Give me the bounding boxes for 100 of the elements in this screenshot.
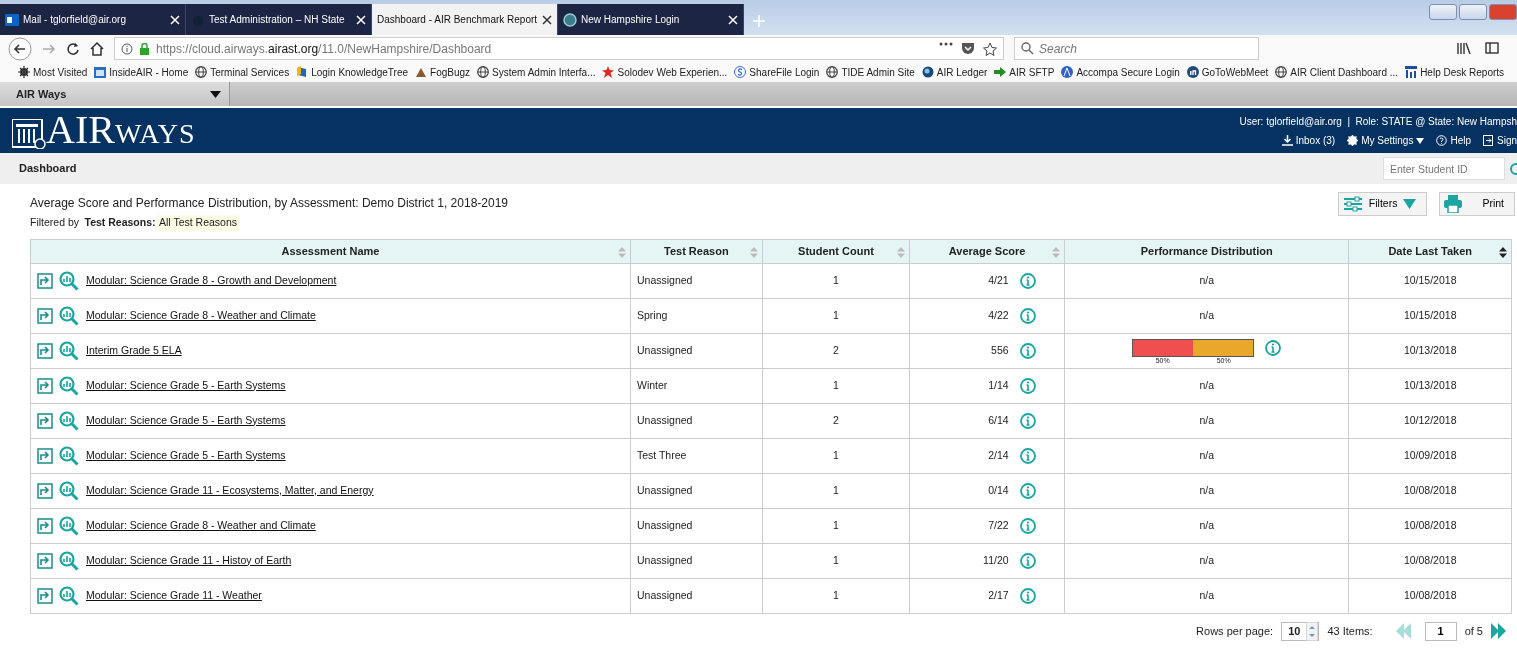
sort-icon[interactable] — [749, 246, 758, 258]
bookmark-link[interactable]: ShareFile Login — [749, 64, 820, 80]
forward-icon[interactable] — [42, 41, 56, 56]
header-link[interactable]: Sign — [1483, 133, 1517, 148]
print-button[interactable]: Print — [1439, 192, 1515, 216]
export-icon[interactable] — [37, 552, 53, 569]
app-menu[interactable]: AIR Ways — [0, 82, 230, 106]
magnifier-chart-icon[interactable] — [58, 305, 79, 326]
close-button[interactable] — [1489, 4, 1517, 20]
student-id-field[interactable]: Enter Student ID — [1383, 157, 1505, 180]
assessment-link[interactable]: Modular: Science Grade 8 - Growth and Development — [86, 274, 337, 287]
column-header[interactable]: Average Score — [909, 239, 1065, 263]
export-icon[interactable] — [37, 412, 53, 429]
bookmark-link[interactable]: Accompa Secure Login — [1076, 64, 1180, 80]
export-icon[interactable] — [37, 587, 53, 604]
magnifier-chart-icon[interactable] — [58, 410, 79, 431]
bookmark-link[interactable]: AIR SFTP — [1009, 64, 1055, 80]
bookmark-link[interactable]: Login KnowledgeTree — [311, 64, 409, 80]
export-icon[interactable] — [37, 517, 53, 534]
sort-desc-icon[interactable] — [1499, 246, 1507, 258]
rows-per-page-field[interactable]: 10 — [1281, 621, 1320, 641]
assessment-link[interactable]: Modular: Science Grade 11 - Weather — [86, 589, 262, 602]
back-icon[interactable] — [8, 36, 32, 61]
info-icon[interactable] — [1019, 342, 1036, 359]
browser-tab[interactable]: Mail - tglorfield@air.org — [0, 4, 186, 35]
sidebar-icon[interactable] — [1485, 42, 1499, 54]
sort-icon[interactable] — [1052, 246, 1060, 258]
assessment-link[interactable]: Modular: Science Grade 11 - Histoy of Earth — [86, 554, 292, 567]
bookmark-link[interactable]: System Admin Interfa... — [492, 64, 596, 80]
close-icon[interactable] — [542, 14, 552, 25]
filters-button[interactable]: Filters — [1337, 192, 1428, 216]
export-icon[interactable] — [37, 272, 53, 289]
sort-icon[interactable] — [617, 246, 626, 258]
browser-tab[interactable]: Test Administration – NH State — [186, 4, 372, 35]
star-icon[interactable] — [983, 41, 997, 56]
sort-icon[interactable] — [897, 246, 906, 258]
info-icon[interactable] — [1019, 482, 1036, 499]
table-cell: 1 — [762, 263, 910, 298]
magnifier-chart-icon[interactable] — [58, 585, 79, 606]
info-icon[interactable] — [1019, 307, 1036, 324]
browser-tab[interactable]: Dashboard - AIR Benchmark Report — [372, 4, 558, 35]
header-link[interactable]: My Settings — [1347, 133, 1425, 148]
assessment-link[interactable]: Interim Grade 5 ELA — [86, 344, 182, 357]
spinner-icon[interactable] — [1306, 621, 1319, 641]
column-header[interactable]: Date Last Taken — [1348, 239, 1512, 263]
header-link[interactable]: Help — [1436, 133, 1471, 148]
info-icon[interactable] — [1019, 377, 1036, 394]
pocket-icon[interactable] — [961, 41, 975, 55]
column-header[interactable]: Test Reason — [630, 239, 763, 263]
magnifier-chart-icon[interactable] — [58, 375, 79, 396]
magnifier-chart-icon[interactable] — [58, 445, 79, 466]
home-icon[interactable] — [90, 41, 104, 56]
export-icon[interactable] — [37, 307, 53, 324]
score-text: 7/22 — [987, 519, 1009, 532]
info-icon[interactable] — [1265, 339, 1282, 356]
assessment-link[interactable]: Modular: Science Grade 8 - Weather and Climate — [86, 309, 316, 322]
export-icon[interactable] — [37, 342, 53, 359]
page-field[interactable]: 1 — [1424, 621, 1457, 641]
bookmark-link[interactable]: FogBugz — [430, 64, 471, 80]
more-icon[interactable] — [939, 41, 953, 46]
bookmark-link[interactable]: Most Visited — [33, 64, 88, 80]
magnifier-chart-icon[interactable] — [58, 480, 79, 501]
info-icon[interactable] — [1019, 517, 1036, 534]
search-icon[interactable] — [1509, 161, 1517, 176]
info-icon[interactable] — [1019, 412, 1036, 429]
header-link[interactable]: Inbox (3) — [1281, 133, 1336, 148]
magnifier-chart-icon[interactable] — [58, 340, 79, 361]
assessment-link[interactable]: Modular: Science Grade 8 - Weather and Climate — [86, 519, 316, 532]
reload-icon[interactable] — [66, 41, 80, 56]
bookmark-link[interactable]: TIDE Admin Site — [841, 64, 915, 80]
bookmark-link[interactable]: Solodev Web Experien... — [617, 64, 728, 80]
assessment-link[interactable]: Modular: Science Grade 11 - Ecosystems, Matter, and Energy — [86, 484, 374, 497]
magnifier-chart-icon[interactable] — [58, 270, 79, 291]
search-field[interactable]: Search — [1014, 37, 1259, 60]
address-field[interactable]: https://cloud.airways.airast.org/11.0/NewHampshire/Dashboard — [114, 37, 1004, 60]
assessment-link[interactable]: Modular: Science Grade 5 - Earth Systems — [86, 379, 286, 392]
info-icon[interactable] — [1019, 587, 1036, 604]
magnifier-chart-icon[interactable] — [58, 550, 79, 571]
export-icon[interactable] — [37, 447, 53, 464]
info-icon[interactable] — [1019, 447, 1036, 464]
minimize-button[interactable] — [1429, 4, 1457, 20]
bookmark-link[interactable]: Terminal Services — [210, 64, 290, 80]
magnifier-chart-icon[interactable] — [58, 515, 79, 536]
double-right-icon[interactable] — [1491, 623, 1507, 639]
column-header[interactable]: Assessment Name — [30, 239, 631, 263]
assessment-link[interactable]: Modular: Science Grade 5 - Earth Systems — [86, 414, 286, 427]
bookmark-link[interactable]: AIR Ledger — [936, 64, 988, 80]
export-icon[interactable] — [37, 377, 53, 394]
assessment-link[interactable]: Modular: Science Grade 5 - Earth Systems — [86, 449, 286, 462]
bookmark-link[interactable]: AIR Client Dashboard ... — [1290, 64, 1399, 80]
bookmark-link[interactable]: InsideAIR - Home — [109, 64, 189, 80]
info-icon[interactable] — [1019, 552, 1036, 569]
column-header[interactable]: Student Count — [762, 239, 910, 263]
browser-tab[interactable]: New Hampshire Login — [558, 4, 744, 35]
info-icon[interactable] — [1019, 272, 1036, 289]
bookmark-link[interactable]: GoToWebMeet — [1201, 64, 1269, 80]
bookmark-link[interactable]: Help Desk Reports — [1420, 64, 1505, 80]
library-icon[interactable] — [1457, 42, 1471, 55]
restore-button[interactable] — [1459, 4, 1487, 20]
export-icon[interactable] — [37, 482, 53, 499]
